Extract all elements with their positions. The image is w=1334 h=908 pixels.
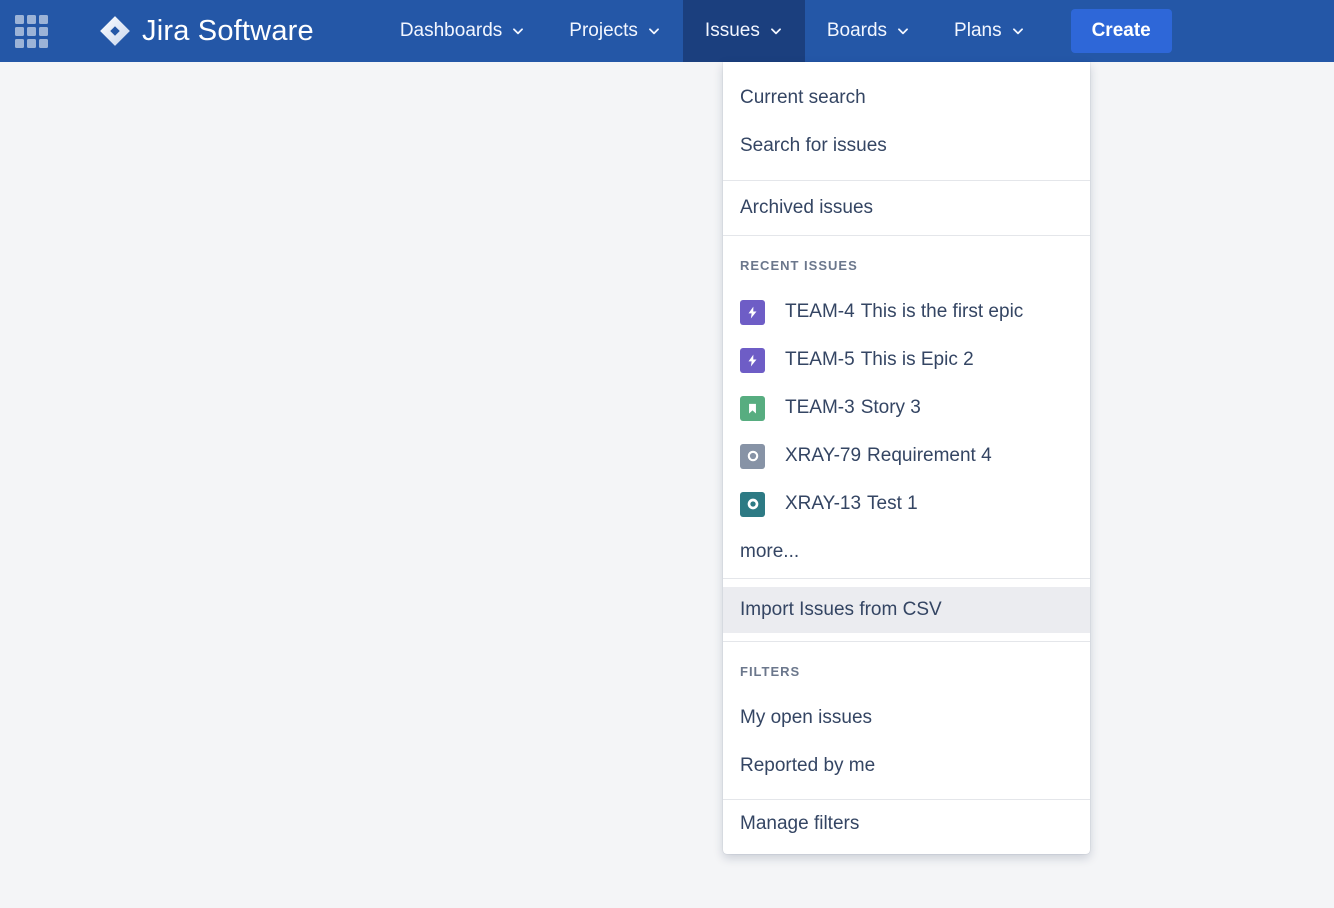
create-button[interactable]: Create	[1071, 9, 1172, 53]
filters-header: FILTERS	[723, 642, 1090, 694]
recent-issue-xray-13[interactable]: XRAY-13 Test 1	[723, 480, 1090, 528]
menu-item-import-issues-from-csv[interactable]: Import Issues from CSV	[723, 587, 1090, 633]
issue-summary: This is Epic 2	[861, 349, 974, 371]
issue-label: XRAY-13 Test 1	[785, 493, 918, 515]
issue-summary: Story 3	[861, 397, 921, 419]
epic-icon	[740, 348, 765, 373]
recent-issues-header: RECENT ISSUES	[723, 236, 1090, 288]
nav-item-label: Issues	[705, 20, 760, 42]
issue-label: TEAM-5 This is Epic 2	[785, 349, 974, 371]
issue-summary: Test 1	[867, 493, 918, 515]
nav-item-label: Projects	[569, 20, 638, 42]
issue-key: TEAM-4	[785, 301, 855, 323]
issue-summary: Requirement 4	[867, 445, 992, 467]
recent-issue-team-4[interactable]: TEAM-4 This is the first epic	[723, 288, 1090, 336]
jira-diamond-icon	[98, 14, 132, 48]
requirement-icon	[740, 444, 765, 469]
menu-item-manage-filters[interactable]: Manage filters	[723, 800, 1090, 848]
nav-item-dashboards[interactable]: Dashboards	[378, 0, 547, 62]
issue-key: TEAM-5	[785, 349, 855, 371]
menu-item-archived-issues[interactable]: Archived issues	[723, 184, 1090, 232]
nav-item-label: Dashboards	[400, 20, 502, 42]
menu-item-current-search[interactable]: Current search	[723, 74, 1090, 122]
recent-issue-team-3[interactable]: TEAM-3 Story 3	[723, 384, 1090, 432]
menu-item-my-open-issues[interactable]: My open issues	[723, 694, 1090, 742]
app-grid-icon	[15, 15, 48, 48]
story-icon	[740, 396, 765, 421]
jira-logo[interactable]: Jira Software	[98, 14, 314, 48]
chevron-down-icon	[647, 24, 661, 38]
issue-key: TEAM-3	[785, 397, 855, 419]
test-icon	[740, 492, 765, 517]
issue-key: XRAY-13	[785, 493, 861, 515]
issue-label: TEAM-4 This is the first epic	[785, 301, 1023, 323]
issue-summary: This is the first epic	[861, 301, 1024, 323]
nav-item-label: Plans	[954, 20, 1002, 42]
recent-issue-xray-79[interactable]: XRAY-79 Requirement 4	[723, 432, 1090, 480]
issue-label: XRAY-79 Requirement 4	[785, 445, 992, 467]
issue-key: XRAY-79	[785, 445, 861, 467]
nav-item-plans[interactable]: Plans	[932, 0, 1047, 62]
nav-item-projects[interactable]: Projects	[547, 0, 683, 62]
menu-item-more[interactable]: more...	[723, 528, 1090, 576]
issue-label: TEAM-3 Story 3	[785, 397, 921, 419]
app-switcher-button[interactable]	[0, 0, 62, 62]
menu-item-search-for-issues[interactable]: Search for issues	[723, 122, 1090, 170]
chevron-down-icon	[769, 24, 783, 38]
nav-item-boards[interactable]: Boards	[805, 0, 932, 62]
epic-icon	[740, 300, 765, 325]
chevron-down-icon	[511, 24, 525, 38]
logo-text: Jira Software	[142, 15, 314, 48]
menu-item-reported-by-me[interactable]: Reported by me	[723, 742, 1090, 790]
top-navbar: Jira Software Dashboards Projects Issues…	[0, 0, 1334, 62]
chevron-down-icon	[1011, 24, 1025, 38]
primary-nav: Dashboards Projects Issues Boards Plans	[378, 0, 1047, 62]
recent-issue-team-5[interactable]: TEAM-5 This is Epic 2	[723, 336, 1090, 384]
issues-dropdown-menu: Current search Search for issues Archive…	[723, 62, 1090, 854]
nav-item-label: Boards	[827, 20, 887, 42]
nav-item-issues[interactable]: Issues	[683, 0, 805, 62]
chevron-down-icon	[896, 24, 910, 38]
